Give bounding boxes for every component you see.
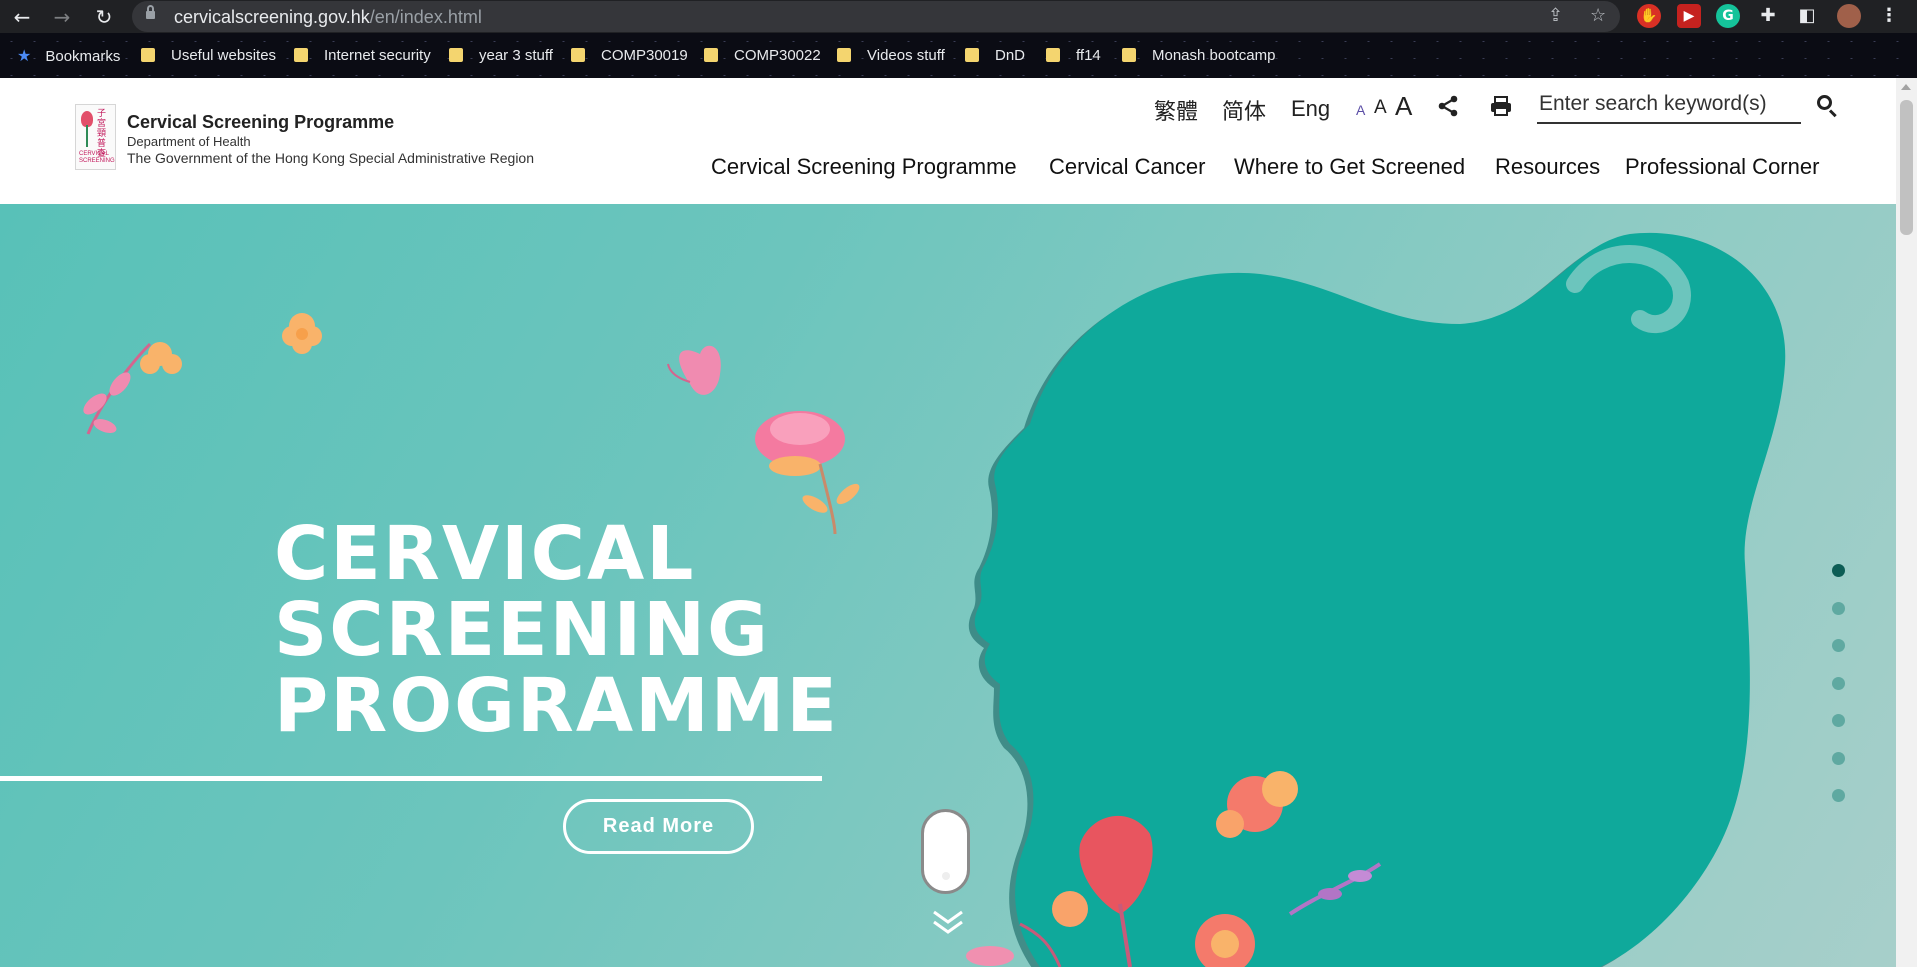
folder-icon [837, 48, 851, 62]
programme-logo-icon[interactable]: 子宮頸普查 CERVICAL SCREENING [75, 104, 116, 170]
logo-department: Department of Health [127, 134, 251, 149]
forward-arrow-icon[interactable]: → [48, 3, 76, 31]
hero-title-line: CERVICAL [274, 511, 696, 597]
hero-title-line: PROGRAMME [274, 663, 839, 749]
read-more-button[interactable]: Read More [563, 799, 754, 854]
url-path: /en/index.html [369, 7, 482, 27]
nav-cervical-cancer[interactable]: Cervical Cancer [1049, 154, 1206, 180]
slide-dot[interactable] [1832, 639, 1845, 652]
bookmark-label: COMP30019 [601, 47, 688, 64]
folder-icon [449, 48, 463, 62]
bookmark-label: Monash bootcamp [1152, 47, 1276, 64]
hero-banner: CERVICAL SCREENING PROGRAMME Read More [0, 204, 1896, 967]
site-header: 子宮頸普查 CERVICAL SCREENING Cervical Screen… [0, 78, 1896, 204]
share-icon[interactable] [1436, 94, 1460, 118]
hero-divider [0, 776, 822, 781]
bookmark-folder[interactable]: Internet security [294, 46, 431, 66]
font-size-large[interactable]: A [1395, 91, 1412, 122]
lang-english[interactable]: Eng [1291, 96, 1330, 122]
page-scrollbar[interactable] [1896, 78, 1917, 967]
extensions-puzzle-icon[interactable]: ✚ [1756, 4, 1780, 28]
font-size-medium[interactable]: A [1374, 97, 1387, 119]
logo-government: The Government of the Hong Kong Special … [127, 150, 535, 166]
side-panel-icon[interactable]: ◧ [1795, 4, 1819, 28]
bookmark-folder[interactable]: COMP30022 [704, 46, 821, 66]
bookmark-folder[interactable]: COMP30019 [571, 46, 688, 66]
folder-icon [141, 48, 155, 62]
browser-toolbar: ← → ↻ cervicalscreening.gov.hk/en/index.… [0, 0, 1917, 33]
bookmark-folder[interactable]: Videos stuff [837, 46, 945, 66]
folder-icon [294, 48, 308, 62]
hero-title: CERVICAL SCREENING PROGRAMME [274, 511, 839, 749]
search-icon[interactable] [1815, 94, 1841, 120]
grammarly-icon[interactable]: G [1716, 4, 1740, 28]
star-icon: ★ [17, 46, 32, 65]
scroll-thumb[interactable] [1900, 100, 1913, 235]
folder-icon [1046, 48, 1060, 62]
nav-resources[interactable]: Resources [1495, 154, 1600, 180]
slide-dot[interactable] [1832, 564, 1845, 577]
bookmark-star-icon[interactable]: ☆ [1590, 5, 1606, 26]
slide-dot[interactable] [1832, 789, 1845, 802]
url-text: cervicalscreening.gov.hk/en/index.html [174, 7, 482, 28]
bookmark-folder[interactable]: ff14 [1046, 46, 1101, 66]
bookmark-label: ff14 [1076, 47, 1101, 64]
lang-simplified-chinese[interactable]: 简体 [1222, 94, 1266, 126]
address-bar[interactable]: cervicalscreening.gov.hk/en/index.html ⇪… [132, 1, 1620, 32]
bookmark-folder[interactable]: Monash bootcamp [1122, 46, 1275, 66]
nav-professional-corner[interactable]: Professional Corner [1625, 154, 1819, 180]
bookmarks-bar: ★ Bookmarks Useful websites Internet secu… [0, 33, 1917, 78]
extension-video-icon[interactable]: ▶ [1677, 4, 1701, 28]
lang-traditional-chinese[interactable]: 繁體 [1154, 94, 1198, 126]
bookmark-folder[interactable]: year 3 stuff [449, 46, 553, 66]
bookmark-label: year 3 stuff [479, 47, 553, 64]
bookmark-folder[interactable]: Useful websites [141, 46, 276, 66]
search-input[interactable] [1537, 86, 1801, 122]
bookmark-bookmarks[interactable]: ★ Bookmarks [17, 46, 120, 66]
folder-icon [965, 48, 979, 62]
slide-dot[interactable] [1832, 751, 1845, 765]
print-icon[interactable] [1489, 94, 1513, 118]
menu-kebab-icon[interactable]: ⋮ [1877, 4, 1901, 28]
scroll-mouse-icon[interactable] [921, 809, 970, 894]
bookmark-folder[interactable]: DnD [965, 46, 1025, 66]
font-size-small[interactable]: A [1356, 102, 1365, 118]
profile-avatar[interactable] [1837, 4, 1861, 28]
extension-shield-icon[interactable]: ✋ [1637, 4, 1661, 28]
bookmark-label: Bookmarks [45, 48, 121, 65]
slide-dot[interactable] [1832, 714, 1845, 727]
nav-where-to-get-screened[interactable]: Where to Get Screened [1234, 154, 1465, 180]
bookmark-label: Videos stuff [867, 47, 945, 64]
decorative-flowers-icon [83, 313, 860, 535]
bookmark-label: COMP30022 [734, 47, 821, 64]
page-viewport: 子宮頸普查 CERVICAL SCREENING Cervical Screen… [0, 78, 1896, 967]
bookmark-label: DnD [995, 47, 1026, 64]
nav-cervical-screening-programme[interactable]: Cervical Screening Programme [711, 154, 1017, 180]
folder-icon [571, 48, 585, 62]
url-host: cervicalscreening.gov.hk [174, 7, 370, 27]
scroll-down-chevron-icon[interactable] [930, 904, 966, 940]
bookmark-label: Useful websites [171, 47, 277, 64]
reload-icon[interactable]: ↻ [90, 3, 118, 31]
hero-title-line: SCREENING [274, 587, 770, 673]
logo-title[interactable]: Cervical Screening Programme [127, 112, 394, 133]
lock-icon [146, 5, 155, 21]
share-page-icon[interactable]: ⇪ [1548, 5, 1563, 26]
slide-dot[interactable] [1832, 601, 1845, 615]
back-arrow-icon[interactable]: ← [8, 3, 36, 31]
search-field[interactable] [1537, 86, 1801, 124]
scroll-up-arrow-icon[interactable] [1901, 84, 1911, 90]
folder-icon [1122, 48, 1136, 62]
slide-dot[interactable] [1832, 676, 1845, 690]
bookmark-label: Internet security [324, 47, 431, 64]
folder-icon [704, 48, 718, 62]
